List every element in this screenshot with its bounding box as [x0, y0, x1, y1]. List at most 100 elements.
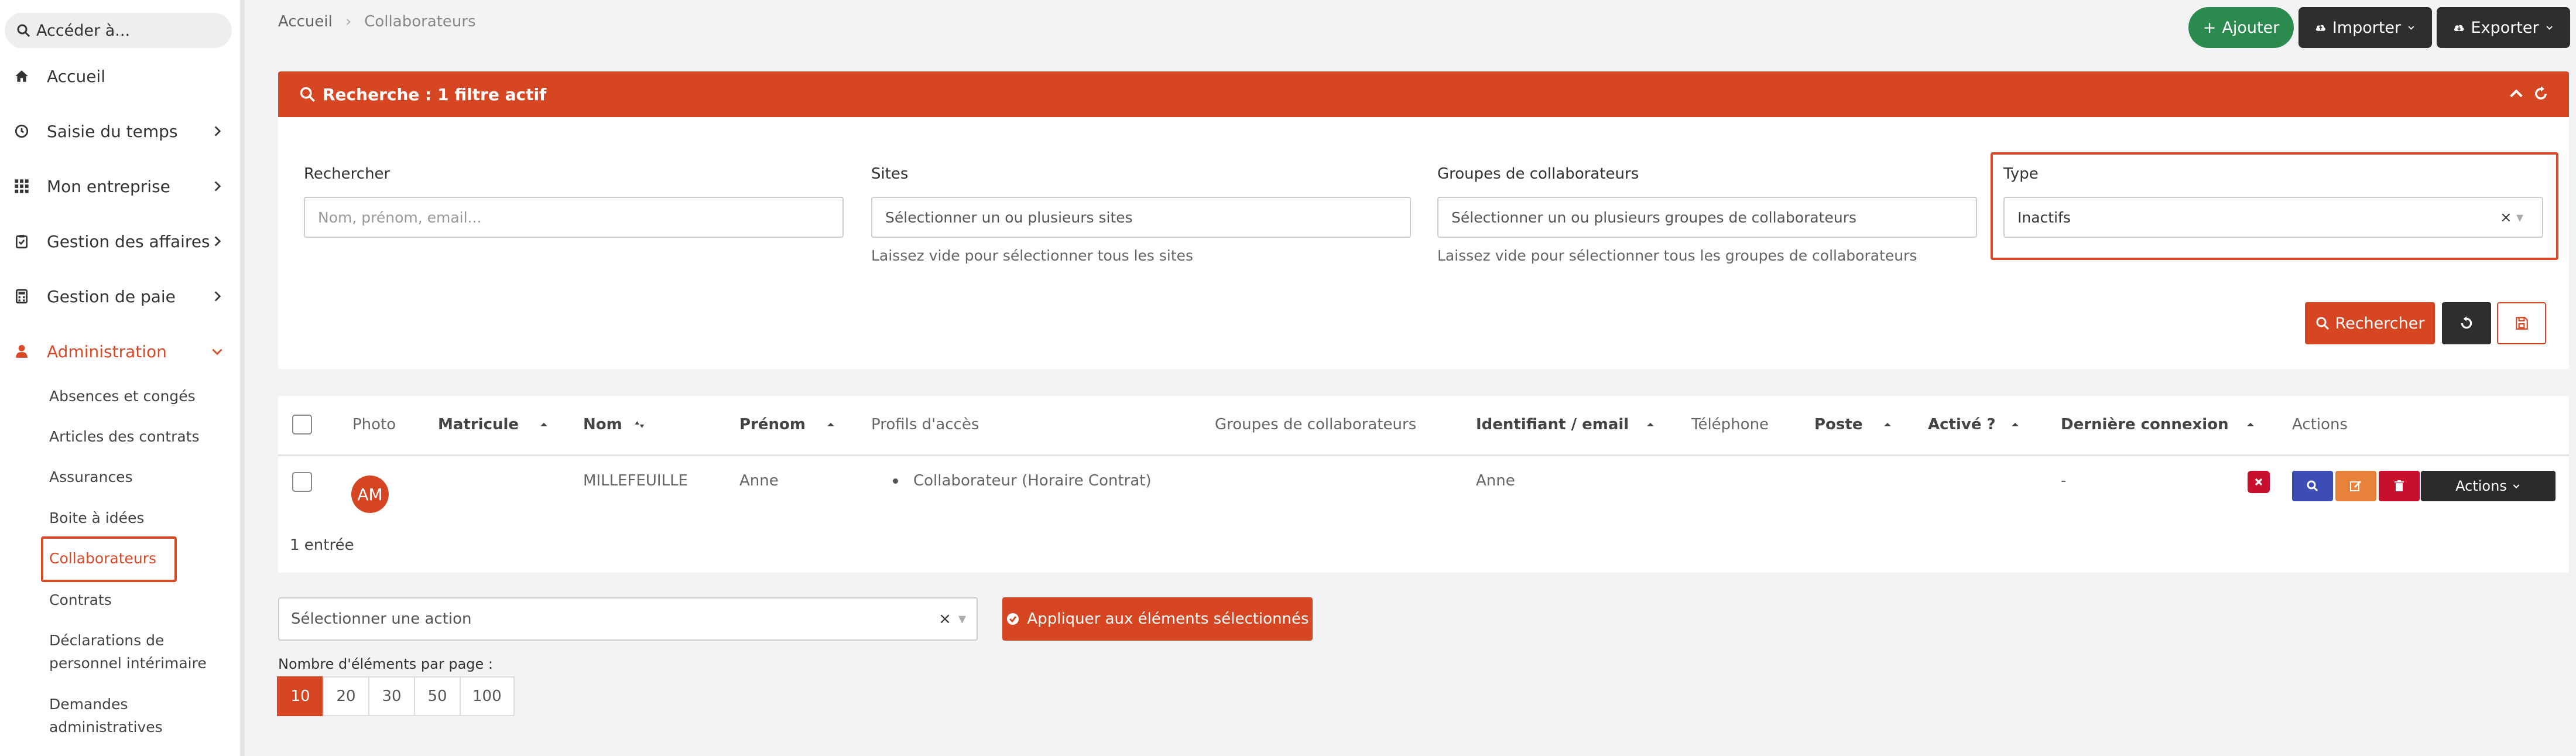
sidebar-subitem-declarations[interactable]: Déclarations de	[49, 630, 164, 652]
sidebar-search[interactable]: Accéder à...	[5, 13, 232, 48]
edit-button[interactable]	[2335, 471, 2376, 501]
sort-up-icon	[827, 423, 834, 426]
select-all-checkbox[interactable]	[292, 415, 312, 435]
clear-icon[interactable]: ×	[938, 610, 951, 628]
reset-button[interactable]	[2442, 302, 2491, 344]
sidebar-subitem-demandes-line2[interactable]: administratives	[49, 716, 163, 738]
inactive-status-icon	[2248, 471, 2270, 493]
column-header-active[interactable]: Activé ?	[1928, 416, 2020, 433]
sidebar-subitem-assurances[interactable]: Assurances	[49, 466, 133, 488]
groups-select[interactable]: Sélectionner un ou plusieurs groupes de …	[1437, 197, 1977, 238]
sidebar-item-label: Mon entreprise	[47, 176, 170, 196]
bulk-action-select[interactable]: Sélectionner une action × ▾	[278, 597, 978, 641]
chevron-right-icon	[214, 126, 221, 136]
sidebar-item-label: Saisie du temps	[47, 121, 178, 141]
top-actions: + Ajouter Importer Exporter	[2188, 7, 2570, 48]
column-header-matricule[interactable]: Matricule	[438, 416, 549, 433]
breadcrumb: Accueil › Collaborateurs	[278, 13, 476, 30]
import-button[interactable]: Importer	[2298, 7, 2432, 48]
sidebar-subitem-declarations-line2[interactable]: personnel intérimaire	[49, 652, 207, 675]
sort-up-icon	[2011, 423, 2019, 426]
sidebar-subitem-contrats[interactable]: Contrats	[49, 589, 112, 611]
row-actions-dropdown[interactable]: Actions	[2421, 471, 2556, 501]
save-filter-button[interactable]	[2497, 302, 2546, 344]
cloud-download-icon	[2454, 25, 2464, 31]
column-header-poste[interactable]: Poste	[1814, 416, 1893, 433]
import-button-label: Importer	[2332, 18, 2402, 37]
calculator-icon	[13, 288, 30, 305]
export-button[interactable]: Exporter	[2437, 7, 2570, 48]
sidebar-item-accueil[interactable]: Accueil	[0, 59, 234, 94]
delete-button[interactable]	[2379, 471, 2420, 501]
refresh-icon[interactable]	[2533, 85, 2549, 102]
clock-icon	[13, 122, 30, 140]
per-page-option-10[interactable]: 10	[277, 676, 324, 716]
chevron-right-icon	[214, 181, 221, 191]
column-header-prenom[interactable]: Prénom	[739, 416, 836, 433]
sidebar-item-mon-entreprise[interactable]: Mon entreprise	[0, 169, 234, 204]
search-input[interactable]: Nom, prénom, email...	[304, 197, 844, 238]
cell-nom: MILLEFEUILLE	[583, 472, 688, 490]
sidebar-item-gestion-des-affaires[interactable]: Gestion des affaires	[0, 224, 234, 259]
cell-profil: Collaborateur (Horaire Contrat)	[893, 472, 1152, 490]
column-header-derniere[interactable]: Dernière connexion	[2061, 416, 2256, 433]
cell-derniere: -	[2061, 472, 2067, 490]
search-field-label: Rechercher	[304, 165, 390, 183]
breadcrumb-current: Collaborateurs	[364, 13, 476, 30]
per-page-option-50[interactable]: 50	[414, 676, 461, 716]
clipboard-icon	[13, 232, 30, 250]
sidebar-item-administration[interactable]: Administration	[0, 334, 234, 369]
search-panel-header[interactable]: Recherche : 1 filtre actif	[278, 71, 2569, 117]
table-header-divider	[278, 454, 2569, 456]
chevron-right-icon	[214, 236, 221, 247]
add-button[interactable]: + Ajouter	[2188, 7, 2294, 48]
sidebar: Accéder à... Accueil Saisie du temps Mon…	[0, 0, 243, 756]
sidebar-item-label: Gestion des affaires	[47, 231, 210, 251]
per-page-option-20[interactable]: 20	[323, 676, 369, 716]
chevron-down-icon	[212, 348, 222, 355]
search-button[interactable]: Rechercher	[2305, 302, 2435, 344]
sidebar-subitem-absences[interactable]: Absences et congés	[49, 385, 196, 408]
trash-icon	[2395, 480, 2404, 491]
chevron-down-icon: ▾	[958, 610, 966, 628]
undo-icon	[2461, 316, 2472, 329]
sidebar-item-saisie-du-temps[interactable]: Saisie du temps	[0, 114, 234, 149]
sidebar-subitem-demandes[interactable]: Demandes	[49, 693, 128, 716]
breadcrumb-home[interactable]: Accueil	[278, 13, 333, 30]
column-header-actions: Actions	[2292, 416, 2348, 433]
search-icon	[17, 24, 30, 37]
per-page-option-100[interactable]: 100	[460, 676, 515, 716]
home-icon	[13, 67, 30, 85]
row-checkbox[interactable]	[292, 472, 312, 492]
add-button-label: Ajouter	[2222, 18, 2280, 37]
search-button-label: Rechercher	[2335, 314, 2425, 333]
sidebar-subitem-articles[interactable]: Articles des contrats	[49, 426, 200, 448]
column-header-identifiant[interactable]: Identifiant / email	[1476, 416, 1656, 433]
groups-help-text: Laissez vide pour sélectionner tous les …	[1437, 247, 1917, 264]
bulk-action-placeholder: Sélectionner une action	[291, 610, 472, 628]
sidebar-subitem-boite-a-idees[interactable]: Boite à idées	[49, 507, 144, 529]
cloud-upload-icon	[2315, 25, 2325, 31]
groups-field-label: Groupes de collaborateurs	[1437, 165, 1639, 183]
plus-icon: +	[2202, 18, 2217, 37]
sidebar-item-gestion-de-paie[interactable]: Gestion de paie	[0, 279, 234, 314]
column-header-telephone: Téléphone	[1691, 416, 1769, 433]
sites-select[interactable]: Sélectionner un ou plusieurs sites	[871, 197, 1411, 238]
sidebar-item-label: Gestion de paie	[47, 286, 176, 306]
apply-button[interactable]: Appliquer aux éléments sélectionnés	[1002, 597, 1313, 641]
search-icon	[2307, 480, 2318, 492]
type-select-value: Inactifs	[2017, 208, 2071, 226]
bullet	[893, 478, 898, 484]
chevron-right-icon	[214, 291, 221, 302]
collaborators-table: Photo Matricule Nom Prénom Profils d'acc…	[278, 396, 2569, 573]
type-select[interactable]: Inactifs × ▾	[2003, 197, 2543, 238]
save-icon	[2516, 317, 2528, 330]
per-page-option-30[interactable]: 30	[368, 676, 415, 716]
sort-up-icon	[2246, 423, 2254, 426]
chevron-up-icon[interactable]	[2508, 85, 2524, 102]
clear-icon[interactable]: × ▾	[2500, 209, 2523, 225]
column-header-nom[interactable]: Nom	[583, 416, 648, 433]
sidebar-scrollbar[interactable]	[240, 0, 245, 756]
sort-both-icon	[635, 421, 644, 428]
view-button[interactable]	[2292, 471, 2333, 501]
